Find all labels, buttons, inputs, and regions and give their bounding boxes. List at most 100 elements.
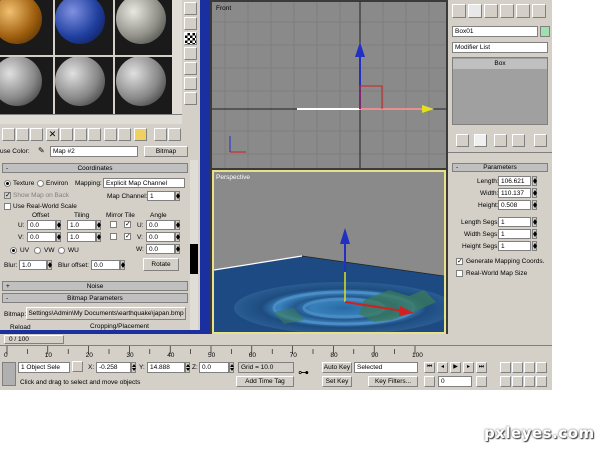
y-coordinate-field[interactable]: 14.888 [147,362,185,373]
timeline-ruler[interactable] [0,346,552,354]
v-tile-checkbox[interactable] [124,232,131,240]
length-field[interactable]: 106.621 [498,176,531,186]
sample-slot-2[interactable] [55,0,105,44]
real-world-scale-checkbox[interactable] [4,203,11,210]
v-angle-field[interactable]: 0.0 [146,232,175,242]
sample-slot-5[interactable] [55,56,105,106]
blur-offset-spinner[interactable] [120,260,125,270]
u-offset-spinner[interactable] [56,220,61,230]
zoom-extents-icon[interactable] [524,362,535,373]
object-color-swatch[interactable] [540,26,550,37]
add-time-tag-button[interactable]: Add Time Tag [236,376,294,387]
show-map-on-back-checkbox[interactable] [4,191,11,199]
maxscript-listener[interactable] [2,362,16,386]
maximize-viewport-icon[interactable] [536,376,547,387]
make-copy-icon[interactable] [60,128,73,141]
time-config-icon[interactable] [476,376,487,387]
hierarchy-tab-icon[interactable] [484,4,498,18]
lock-selection-icon[interactable] [72,361,83,372]
modify-tab-icon[interactable] [468,4,482,18]
height-segs-spinner[interactable] [532,241,537,251]
w-angle-field[interactable]: 0.0 [146,244,175,254]
u-angle-spinner[interactable] [175,220,180,230]
sample-type-icon[interactable] [184,2,197,15]
make-unique-icon[interactable] [74,128,87,141]
environ-radio[interactable] [37,180,44,187]
coordinates-rollout-header[interactable]: - Coordinates [2,163,188,173]
z-spinner[interactable] [229,362,234,373]
pin-stack-icon[interactable] [456,134,469,147]
assign-material-icon[interactable] [30,128,43,141]
auto-key-button[interactable]: Auto Key [322,362,352,373]
play-icon[interactable]: ▶ [450,362,461,373]
u-mirror-checkbox[interactable] [110,221,117,228]
u-tiling-field[interactable]: 1.0 [67,220,96,230]
sample-slot-6[interactable] [116,56,166,106]
parameters-rollout-header[interactable]: - Parameters [452,163,548,172]
blur-field[interactable]: 1.0 [19,260,47,270]
slots-hscrollbar[interactable] [0,114,182,124]
map-channel-spinner[interactable] [175,191,180,201]
u-tiling-spinner[interactable] [96,220,101,230]
make-preview-icon[interactable] [184,77,197,90]
go-parent-icon[interactable] [154,128,167,141]
perspective-viewport-label[interactable]: Perspective [216,173,250,182]
length-segs-spinner[interactable] [532,217,537,227]
put-to-scene-icon[interactable] [16,128,29,141]
zoom-icon[interactable] [500,362,511,373]
go-sibling-icon[interactable] [168,128,181,141]
show-end-result-icon[interactable] [134,128,147,141]
y-spinner[interactable] [185,362,190,373]
pan-icon[interactable] [512,376,523,387]
blur-offset-field[interactable]: 0.0 [91,260,120,270]
map-channel-field[interactable]: 1 [147,191,175,201]
u-tile-checkbox[interactable] [124,220,131,228]
stack-item-box[interactable]: Box [453,59,547,69]
height-segs-field[interactable]: 1 [498,241,531,251]
length-segs-field[interactable]: 1 [498,217,531,227]
motion-tab-icon[interactable] [500,4,514,18]
uv-tiling-icon[interactable] [184,47,197,60]
sample-slot-1[interactable] [0,0,42,44]
set-key-button[interactable]: Set Key [322,376,352,387]
blur-spinner[interactable] [47,260,52,270]
noise-rollout-header[interactable]: + Noise [2,281,188,291]
sample-slot-4[interactable] [0,56,42,106]
map-name-field[interactable]: Map #2 [50,146,138,157]
v-offset-field[interactable]: 0.0 [27,232,56,242]
v-offset-spinner[interactable] [56,232,61,242]
rotate-button[interactable]: Rotate [143,258,179,271]
bitmap-params-rollout-header[interactable]: - Bitmap Parameters [2,293,188,303]
show-map-icon[interactable] [118,128,131,141]
bitmap-path-button[interactable]: Settings\Admin\My Documents\earthquake\j… [26,307,186,320]
modifier-list-dropdown[interactable]: Modifier List [452,42,548,53]
get-material-icon[interactable] [2,128,15,141]
width-segs-field[interactable]: 1 [498,229,531,239]
video-check-icon[interactable] [184,62,197,75]
key-mode-icon[interactable] [424,376,435,387]
v-tiling-field[interactable]: 1.0 [67,232,96,242]
vw-radio[interactable] [34,247,41,254]
configure-sets-icon[interactable] [534,134,547,147]
front-viewport[interactable]: Front [212,2,446,168]
zoom-extents-all-icon[interactable] [536,362,547,373]
backlight-icon[interactable] [184,17,197,30]
length-spinner[interactable] [532,176,537,186]
x-spinner[interactable] [131,362,136,373]
show-end-result-icon[interactable] [474,134,487,147]
previous-frame-icon[interactable]: ◂ [437,362,448,373]
current-frame-field[interactable]: 0 [438,376,472,387]
generate-mapping-checkbox[interactable] [456,257,463,265]
slots-scrollbar[interactable] [172,0,182,114]
put-library-icon[interactable] [88,128,101,141]
display-tab-icon[interactable] [516,4,530,18]
height-field[interactable]: 0.508 [498,200,531,210]
u-angle-field[interactable]: 0.0 [146,220,175,230]
mapping-select[interactable]: Explicit Map Channel [103,178,185,188]
create-tab-icon[interactable] [452,4,466,18]
uv-radio[interactable] [10,247,17,254]
next-frame-icon[interactable]: ▸ [463,362,474,373]
front-viewport-label[interactable]: Front [216,4,231,13]
go-to-start-icon[interactable]: ⏮ [424,362,435,373]
utilities-tab-icon[interactable] [532,4,546,18]
